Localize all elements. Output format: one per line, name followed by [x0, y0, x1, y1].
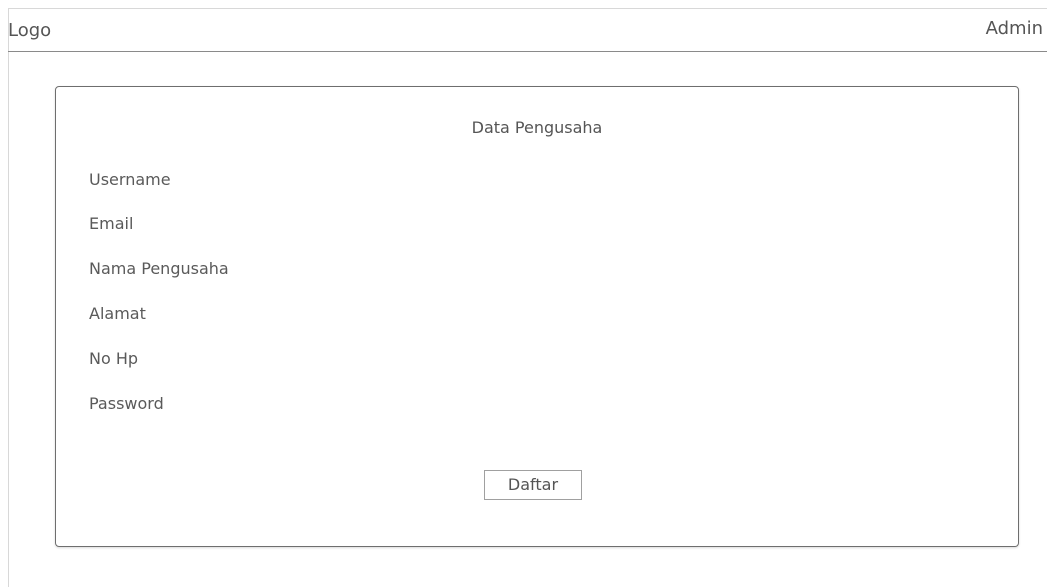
- field-label-nama-pengusaha: Nama Pengusaha: [89, 259, 229, 278]
- field-label-username: Username: [89, 170, 171, 189]
- field-label-alamat: Alamat: [89, 304, 146, 323]
- field-label-email: Email: [89, 214, 134, 233]
- form-title: Data Pengusaha: [471, 118, 603, 137]
- admin-menu[interactable]: Admin: [986, 18, 1043, 40]
- logo[interactable]: Logo: [8, 20, 51, 42]
- top-bar: Logo Admin: [8, 8, 1047, 52]
- field-label-no-hp: No Hp: [89, 349, 139, 368]
- registration-form-card: Data Pengusaha Username Email Nama Pengu…: [55, 86, 1019, 547]
- field-label-password: Password: [89, 394, 164, 413]
- daftar-button[interactable]: Daftar: [484, 470, 582, 500]
